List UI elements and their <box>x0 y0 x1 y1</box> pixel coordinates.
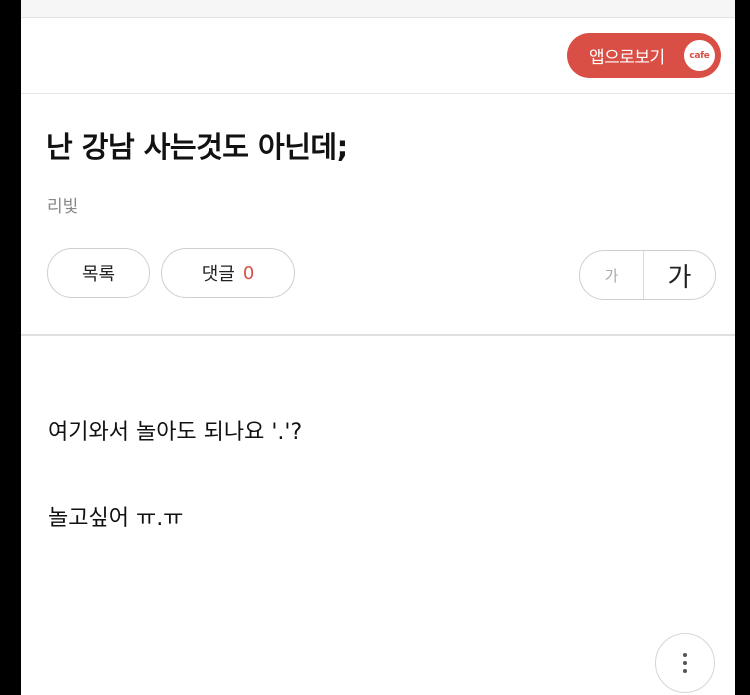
comment-label: 댓글 <box>201 264 235 285</box>
comment-count: 0 <box>242 262 255 284</box>
font-increase-button[interactable]: 가 <box>644 251 715 299</box>
post-title: 난 강남 사는것도 아닌데; <box>46 130 348 164</box>
list-button[interactable]: 목록 <box>47 248 150 298</box>
post-screen: 앱으로보기 cafe 난 강남 사는것도 아닌데; 리빛 목록 댓글 0 가 가… <box>21 0 735 695</box>
post-author[interactable]: 리빛 <box>47 192 78 217</box>
more-options-button[interactable] <box>655 633 715 693</box>
content-divider <box>21 334 735 336</box>
cafe-icon: cafe <box>684 40 715 71</box>
open-in-app-button[interactable]: 앱으로보기 cafe <box>567 33 721 78</box>
font-decrease-button[interactable]: 가 <box>580 251 644 299</box>
top-bar <box>21 0 735 18</box>
font-size-control: 가 가 <box>579 250 716 300</box>
header-divider <box>21 93 735 94</box>
post-body-line: 여기와서 놀아도 되나요 '.'? <box>48 420 303 445</box>
comment-button[interactable]: 댓글 0 <box>161 248 295 298</box>
post-body-line: 놀고싶어 ㅠ.ㅠ <box>48 506 184 531</box>
more-vertical-icon <box>683 653 687 673</box>
open-in-app-label: 앱으로보기 <box>589 48 665 68</box>
